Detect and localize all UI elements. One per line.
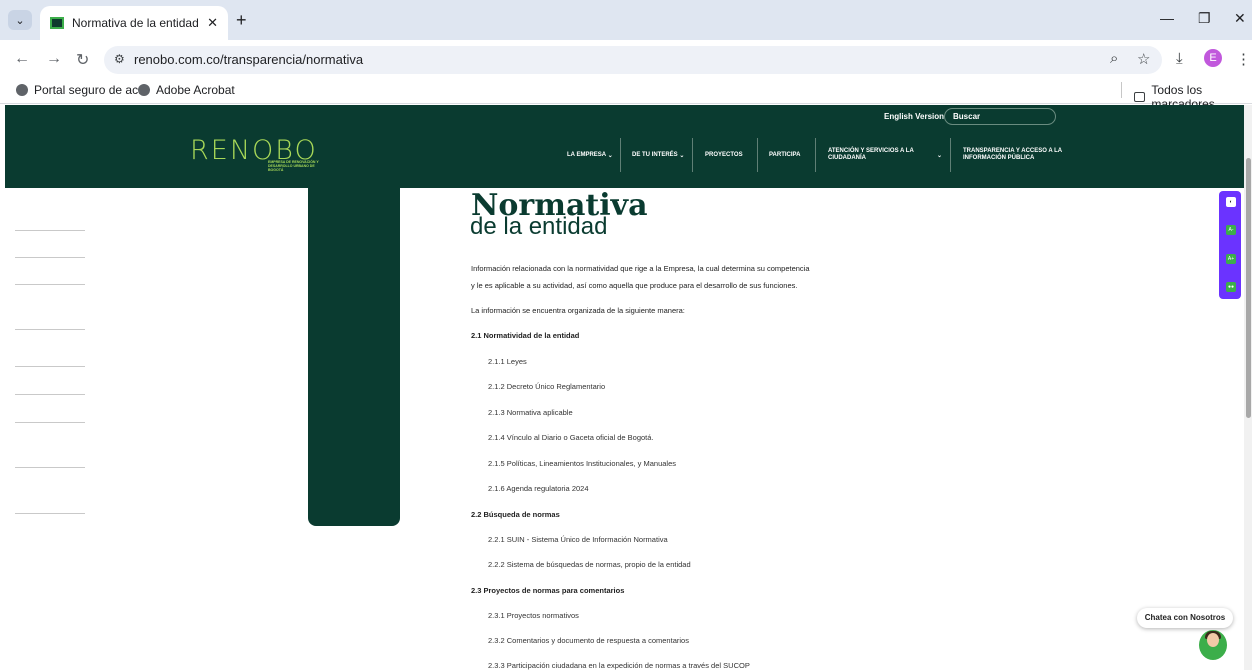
sidebar-divider — [15, 257, 85, 258]
section-heading: 2.2 Búsqueda de normas — [471, 510, 560, 519]
tab-close-icon[interactable]: ✕ — [207, 15, 218, 31]
link-leyes[interactable]: 2.1.1 Leyes — [488, 357, 527, 366]
sidebar-divider — [15, 513, 85, 514]
nav-atencion-chevron-icon[interactable]: ⌄ — [937, 138, 942, 172]
site-search-input[interactable]: Buscar — [944, 108, 1056, 125]
bookmark-star-icon[interactable]: ☆ — [1137, 50, 1150, 68]
sidebar-item-informacion[interactable]: 1. Información de la entidad — [15, 204, 85, 220]
folder-icon — [1134, 92, 1146, 102]
sidebar-divider — [15, 284, 85, 285]
chat-avatar[interactable] — [1199, 630, 1227, 660]
sidebar-item-normativa[interactable]: 2. Normativa — [15, 240, 85, 248]
globe-icon — [16, 84, 28, 96]
nav-divider — [815, 138, 816, 172]
reload-icon[interactable]: ↻ — [76, 50, 89, 70]
globe-icon — [138, 84, 150, 96]
nav-la-empresa[interactable]: LA EMPRESA ⌄ — [567, 138, 613, 172]
sidebar-divider — [15, 467, 85, 468]
sidebar-item-datos-abiertos[interactable]: 7. Datos abiertos — [15, 405, 85, 413]
link-gaceta[interactable]: 2.1.4 Vínculo al Diario o Gaceta oficial… — [488, 433, 654, 442]
logo-subtitle: EMPRESA DE RENOVACIÓN Y DESARROLLO URBAN… — [268, 160, 319, 172]
profile-avatar[interactable]: E — [1204, 49, 1222, 67]
link-agenda[interactable]: 2.1.6 Agenda regulatoria 2024 — [488, 484, 589, 493]
sidebar-item-reporte[interactable]: 9. Reporte de información específica — [15, 478, 85, 502]
font-increase-button[interactable]: A+ — [1226, 254, 1236, 264]
forward-icon[interactable]: → — [46, 50, 62, 68]
sidebar-item-tramites[interactable]: 5. Trámites y Servicios — [15, 341, 85, 357]
link-politicas[interactable]: 2.1.5 Políticas, Lineamientos Institucio… — [488, 459, 676, 468]
site-favicon-icon — [50, 17, 64, 29]
intro-text: La información se encuentra organizada d… — [471, 306, 685, 315]
restore-button[interactable]: ❐ — [1198, 10, 1211, 27]
font-decrease-button[interactable]: A- — [1226, 225, 1236, 235]
sidebar-divider — [15, 394, 85, 395]
nav-participa[interactable]: PARTICIPA — [769, 138, 800, 172]
sidebar-item-participa[interactable]: 6. Participa — [15, 377, 85, 385]
url-text[interactable]: renobo.com.co/transparencia/normativa — [134, 52, 363, 67]
site-info-icon[interactable]: ⚙ — [114, 52, 125, 66]
link-comentarios[interactable]: 2.3.2 Comentarios y documento de respues… — [488, 636, 689, 645]
nav-atencion[interactable]: ATENCIÓN Y SERVICIOS A LA CIUDADANÍA — [828, 138, 938, 172]
sidebar-divider — [15, 329, 85, 330]
link-sucop[interactable]: 2.3.3 Participación ciudadana en la expe… — [488, 661, 750, 670]
nav-de-tu-interes[interactable]: DE TU INTERÉS ⌄ — [632, 138, 684, 172]
nav-divider — [692, 138, 693, 172]
tab-search-button[interactable]: ⌄ — [8, 10, 32, 30]
bookmark-portal[interactable]: Portal seguro de ac... — [16, 83, 148, 97]
link-sistema-busquedas[interactable]: 2.2.2 Sistema de búsquedas de normas, pr… — [488, 560, 691, 569]
minimize-button[interactable]: — — [1160, 10, 1174, 26]
sidebar-divider — [15, 366, 85, 367]
back-icon[interactable]: ← — [14, 50, 30, 68]
english-version-link[interactable]: English Version — [884, 112, 944, 121]
section-heading: 2.1 Normatividad de la entidad — [471, 331, 580, 340]
chat-button[interactable]: Chatea con Nosotros — [1137, 608, 1233, 628]
link-decreto[interactable]: 2.1.2 Decreto Único Reglamentario — [488, 382, 605, 391]
nav-divider — [950, 138, 951, 172]
intro-text: y le es aplicable a su actividad, así co… — [471, 281, 798, 290]
nav-proyectos[interactable]: PROYECTOS — [705, 138, 743, 172]
contrast-icon[interactable]: ◐ — [1226, 197, 1236, 207]
zoom-icon[interactable]: ⌕ — [1110, 50, 1118, 67]
scrollbar-thumb[interactable] — [1246, 158, 1251, 418]
link-proyectos-normativos[interactable]: 2.3.1 Proyectos normativos — [488, 611, 579, 620]
browser-tab[interactable]: Normativa de la entidad | Renol ✕ — [40, 6, 228, 40]
section-heading: 2.3 Proyectos de normas para comentarios — [471, 586, 625, 595]
close-window-button[interactable]: ✕ — [1234, 10, 1246, 27]
nav-divider — [620, 138, 621, 172]
link-suin[interactable]: 2.2.1 SUIN - Sistema Único de Informació… — [488, 535, 668, 544]
new-tab-button[interactable]: + — [236, 10, 247, 31]
avatar-face — [1207, 633, 1219, 647]
link-normativa-aplicable[interactable]: 2.1.3 Normativa aplicable — [488, 408, 573, 417]
sidebar-divider — [15, 422, 85, 423]
page-subtitle: de la entidad — [470, 213, 608, 240]
nav-divider — [757, 138, 758, 172]
sidebar-item-planeacion[interactable]: 4. Planeación, presupuesto e informes — [15, 295, 85, 319]
sidebar-divider — [15, 230, 85, 231]
sign-language-icon[interactable]: ●● — [1226, 282, 1236, 292]
nav-transparencia[interactable]: TRANSPARENCIA Y ACCESO A LA INFORMACIÓN … — [963, 138, 1073, 172]
download-icon[interactable]: ⤓ — [1176, 50, 1183, 67]
intro-text: Información relacionada con la normativi… — [471, 264, 810, 273]
bookmarks-divider — [1121, 82, 1122, 98]
sidebar-item-contratacion[interactable]: 3. Contratación — [15, 267, 85, 275]
sidebar-item-grupos-interes[interactable]: 8. Información específica para Grupos de… — [15, 432, 85, 456]
transparency-sidebar — [308, 188, 400, 526]
bookmark-adobe[interactable]: Adobe Acrobat — [138, 83, 235, 97]
menu-icon[interactable]: ⋮ — [1236, 50, 1251, 68]
tab-title: Normativa de la entidad | Renol — [72, 16, 201, 30]
